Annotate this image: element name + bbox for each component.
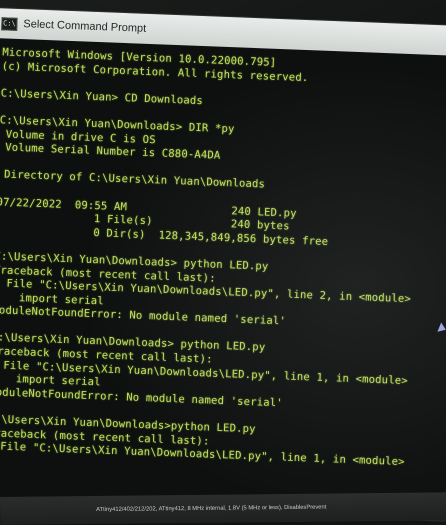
window-title: Select Command Prompt xyxy=(23,18,147,35)
photo-scene: C:\ Select Command Prompt Microsoft Wind… xyxy=(0,0,446,525)
cmd-icon: C:\ xyxy=(1,16,18,31)
command-prompt-window[interactable]: C:\ Select Command Prompt Microsoft Wind… xyxy=(0,8,446,521)
status-bar-text: ATtiny412/402/212/202, ATtiny412, 8 MHz … xyxy=(96,504,327,513)
status-bar: ATtiny412/402/212/202, ATtiny412, 8 MHz … xyxy=(0,492,446,525)
console-output[interactable]: Microsoft Windows [Version 10.0.22000.79… xyxy=(0,38,446,472)
